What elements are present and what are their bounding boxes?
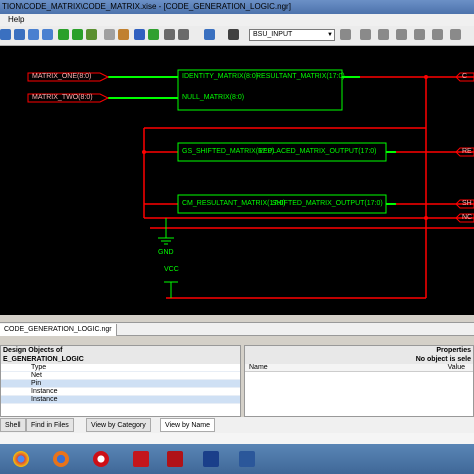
word-icon[interactable]: [232, 448, 262, 470]
list-item[interactable]: Pin: [1, 380, 240, 388]
bottom-tabstrip: Shell Find in Files View by Category Vie…: [0, 417, 474, 433]
select-icon[interactable]: [104, 29, 115, 40]
output-port-c[interactable]: C: [462, 73, 467, 80]
refresh-icon[interactable]: [86, 29, 97, 40]
design-objects-title: Design Objects of: [3, 347, 63, 354]
port-matrix-one[interactable]: MATRIX_ONE(8:0): [32, 73, 91, 80]
ise-icon[interactable]: [196, 448, 226, 470]
expand-icon[interactable]: [164, 29, 175, 40]
menu-help[interactable]: Help: [8, 15, 24, 24]
properties-column-header: Name Value: [245, 364, 473, 372]
list-item[interactable]: Net: [1, 372, 240, 380]
pin-resultant-matrix: RESULTANT_MATRIX(17:0): [256, 73, 345, 80]
menu-bar: Help: [0, 14, 474, 26]
acrobat-icon[interactable]: [160, 448, 190, 470]
tab-view-by-category[interactable]: View by Category: [86, 418, 151, 432]
column-value: Value: [447, 364, 465, 371]
properties-panel: Properties No object is sele Name Value: [244, 345, 474, 417]
port-matrix-two[interactable]: MATRIX_TWO(8:0): [32, 94, 93, 101]
chevron-down-icon: ▼: [327, 32, 333, 38]
pin-cm-resultant-matrix: CM_RESULTANT_MATRIX(17:0): [182, 200, 286, 207]
help-icon[interactable]: [204, 29, 215, 40]
list-item[interactable]: Instance: [1, 388, 240, 396]
column-name: Name: [249, 364, 268, 371]
pin-identity-matrix: IDENTITY_MATRIX(8:0): [182, 73, 259, 80]
remove-icon[interactable]: [72, 29, 83, 40]
zoom-out-icon[interactable]: [14, 29, 25, 40]
back-icon[interactable]: [134, 29, 145, 40]
layout-icon[interactable]: [378, 29, 389, 40]
pan-icon[interactable]: [118, 29, 129, 40]
find-icon[interactable]: [228, 29, 239, 40]
signal-select-value: BSU_INPUT: [253, 31, 293, 38]
chrome-icon[interactable]: [6, 448, 36, 470]
gnd-label: GND: [158, 249, 174, 256]
document-tabstrip: CODE_GENERATION_LOGIC.ngr: [0, 322, 474, 336]
properties-header: Properties No object is sele: [245, 346, 473, 364]
firefox-icon[interactable]: [46, 448, 76, 470]
design-objects-header: Design Objects of E_GENERATION_LOGIC: [1, 346, 240, 364]
cross-icon[interactable]: [432, 29, 443, 40]
acrobat-icon[interactable]: [126, 448, 156, 470]
pin-null-matrix: NULL_MATRIX(8:0): [182, 94, 245, 101]
design-objects-subtitle: E_GENERATION_LOGIC: [3, 356, 84, 363]
design-objects-panel: Design Objects of E_GENERATION_LOGIC Typ…: [0, 345, 241, 417]
pin-replaced-matrix-output: REPLACED_MATRIX_OUTPUT(17:0): [258, 148, 377, 155]
output-port-re[interactable]: RE: [462, 148, 472, 155]
status-bar: [0, 433, 474, 444]
tab-code-generation-logic[interactable]: CODE_GENERATION_LOGIC.ngr: [0, 324, 117, 336]
output-port-sh[interactable]: SH: [462, 200, 472, 207]
cross-icon[interactable]: [396, 29, 407, 40]
zoom-in-icon[interactable]: [0, 29, 11, 40]
pin-shifted-matrix-output: SHIFTED_MATRIX_OUTPUT(17:0): [272, 200, 383, 207]
cross-icon[interactable]: [414, 29, 425, 40]
output-port-nc[interactable]: NC: [462, 214, 472, 221]
list-item[interactable]: Type: [1, 364, 240, 372]
vcc-label: VCC: [164, 266, 179, 273]
add-icon[interactable]: [58, 29, 69, 40]
schematic-wires: [27, 69, 474, 299]
forward-icon[interactable]: [148, 29, 159, 40]
tool-icon[interactable]: [360, 29, 371, 40]
properties-title: Properties: [436, 347, 471, 354]
zoom-fit-icon[interactable]: [28, 29, 39, 40]
tab-find-in-files[interactable]: Find in Files: [26, 418, 74, 432]
grid-icon[interactable]: [340, 29, 351, 40]
properties-subtitle: No object is sele: [415, 356, 471, 363]
collapse-icon[interactable]: [178, 29, 189, 40]
cross-icon[interactable]: [450, 29, 461, 40]
tab-shell[interactable]: Shell: [0, 418, 26, 432]
tab-view-by-name[interactable]: View by Name: [160, 418, 216, 432]
schematic-canvas[interactable]: MATRIX_ONE(8:0) MATRIX_TWO(8:0) IDENTITY…: [0, 46, 474, 315]
toolbar: BSU_INPUT ▼: [0, 26, 474, 46]
opera-icon[interactable]: [86, 448, 116, 470]
signal-select[interactable]: BSU_INPUT ▼: [249, 29, 335, 41]
taskbar: [0, 444, 474, 474]
list-item[interactable]: Instance: [1, 396, 240, 404]
zoom-area-icon[interactable]: [42, 29, 53, 40]
window-title: TION\CODE_MATRIX\CODE_MATRIX.xise - [COD…: [0, 0, 474, 14]
